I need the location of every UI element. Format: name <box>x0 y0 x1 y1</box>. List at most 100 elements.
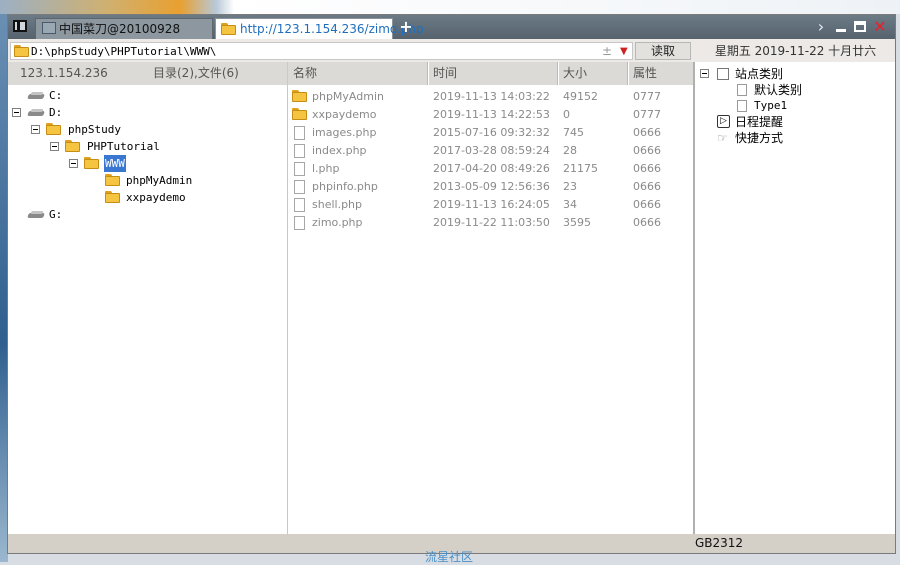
file-time: 2017-04-20 08:49:26 <box>433 162 550 175</box>
chevron-down-icon[interactable]: ▼ <box>620 43 628 60</box>
minimize-button[interactable] <box>834 18 848 36</box>
file-row[interactable]: phpinfo.php 2013-05-09 12:56:36 23 0666 <box>288 178 693 196</box>
file-list-pane: 名称 时间 大小 属性 phpMyAdmin 2019-11-13 14:03:… <box>288 62 694 534</box>
folder-icon <box>65 140 80 152</box>
drive-icon <box>28 109 45 117</box>
tree-header: 123.1.154.236 目录(2),文件(6) <box>8 62 287 85</box>
column-header-attr[interactable]: 属性 <box>633 62 657 85</box>
tree-item-label: phpMyAdmin <box>126 174 193 187</box>
maximize-icon <box>854 21 866 32</box>
column-header-size[interactable]: 大小 <box>563 62 587 85</box>
file-size: 0 <box>563 108 570 121</box>
file-attr: 0777 <box>633 108 661 121</box>
file-size: 49152 <box>563 90 598 103</box>
file-size: 23 <box>563 180 577 193</box>
tab-window-icon <box>42 22 56 34</box>
file-time: 2017-03-28 08:59:24 <box>433 144 550 157</box>
file-size: 745 <box>563 126 584 139</box>
title-bar: 中国菜刀@20100928 http://123.1.154.236/zimo.… <box>8 15 895 39</box>
tree-item-label: D: <box>49 106 63 119</box>
file-name: shell.php <box>312 198 363 211</box>
panel-toggle-icon[interactable] <box>13 20 27 32</box>
file-icon <box>294 180 305 194</box>
file-row[interactable]: l.php 2017-04-20 08:49:26 21175 0666 <box>288 160 693 178</box>
file-attr: 0666 <box>633 180 661 193</box>
file-attr: 0666 <box>633 126 661 139</box>
file-time: 2019-11-13 14:03:22 <box>433 90 550 103</box>
directory-tree-pane: 123.1.154.236 目录(2),文件(6) C: D: phpStudy… <box>8 62 288 534</box>
tree-item-label: Type1 <box>754 99 788 112</box>
server-ip: 123.1.154.236 <box>20 66 108 80</box>
file-time: 2019-11-13 16:24:05 <box>433 198 550 211</box>
file-row[interactable]: images.php 2015-07-16 09:32:32 745 0666 <box>288 124 693 142</box>
collapse-toggle-icon[interactable] <box>31 125 40 134</box>
collapse-toggle-icon[interactable] <box>50 142 59 151</box>
tree-item-label-selected: WWW <box>104 155 126 172</box>
folder-icon <box>292 108 307 120</box>
file-name: images.php <box>312 126 377 139</box>
file-name: index.php <box>312 144 367 157</box>
tab-zimo[interactable]: http://123.1.154.236/zimo.php <box>215 18 424 39</box>
address-bar: D:\phpStudy\PHPTutorial\WWW\ ± ▼ 读取 星期五 … <box>8 40 895 62</box>
watermark-text: 流星社区 <box>425 550 474 564</box>
tree-item-label: C: <box>49 89 63 102</box>
folder-icon <box>221 23 236 35</box>
file-name: phpinfo.php <box>312 180 378 193</box>
collapse-toggle-icon[interactable] <box>69 159 78 168</box>
file-icon <box>294 198 305 212</box>
tree-item-label: PHPTutorial <box>87 140 160 153</box>
file-time: 2013-05-09 12:56:36 <box>433 180 550 193</box>
tab-caidao-label: 中国菜刀@20100928 <box>59 22 181 36</box>
column-header-name[interactable]: 名称 <box>293 62 317 85</box>
column-divider[interactable] <box>557 62 559 85</box>
checkbox-icon[interactable] <box>717 68 729 80</box>
close-button[interactable]: ✕ <box>872 18 888 36</box>
path-value: D:\phpStudy\PHPTutorial\WWW\ <box>31 45 217 58</box>
path-input[interactable]: D:\phpStudy\PHPTutorial\WWW\ ± ▼ <box>10 42 633 60</box>
drive-icon <box>28 211 45 219</box>
column-divider[interactable] <box>627 62 629 85</box>
tree-item-label: 快捷方式 <box>735 131 784 145</box>
file-attr: 0666 <box>633 162 661 175</box>
plus-minus-icon[interactable]: ± <box>602 43 612 60</box>
maximize-button[interactable] <box>853 18 867 36</box>
desktop-background-strip <box>0 0 900 14</box>
file-name: l.php <box>312 162 340 175</box>
minimize-icon <box>836 29 846 32</box>
tab-zimo-label: http://123.1.154.236/zimo.php <box>240 22 424 36</box>
read-button[interactable]: 读取 <box>635 42 691 60</box>
file-row[interactable]: xxpaydemo 2019-11-13 14:22:53 0 0777 <box>288 106 693 124</box>
file-row[interactable]: index.php 2017-03-28 08:59:24 28 0666 <box>288 142 693 160</box>
tree-item-label: 默认类别 <box>754 83 803 97</box>
tree-item-label: 日程提醒 <box>735 115 784 129</box>
tree-item-label: 站点类别 <box>735 67 784 81</box>
collapse-toggle-icon[interactable] <box>12 108 21 117</box>
file-size: 21175 <box>563 162 598 175</box>
folder-icon <box>14 45 29 57</box>
chevron-right-icon[interactable]: › <box>815 18 827 36</box>
site-category-pane: 站点类别 默认类别 Type1 ▷ 日程提醒 ☞ 快捷方式 <box>694 62 895 534</box>
file-name: phpMyAdmin <box>312 90 384 103</box>
file-row[interactable]: phpMyAdmin 2019-11-13 14:03:22 49152 077… <box>288 88 693 106</box>
folder-icon <box>105 191 120 203</box>
tree-item-label: phpStudy <box>68 123 121 136</box>
collapse-toggle-icon[interactable] <box>700 69 709 78</box>
folder-icon <box>84 157 99 169</box>
file-attr: 0666 <box>633 216 661 229</box>
file-name: zimo.php <box>312 216 363 229</box>
file-name: xxpaydemo <box>312 108 377 121</box>
tab-caidao[interactable]: 中国菜刀@20100928 <box>35 18 213 39</box>
new-tab-button[interactable]: + <box>398 17 414 37</box>
file-icon <box>294 216 305 230</box>
column-divider[interactable] <box>427 62 429 85</box>
tree-item-label: xxpaydemo <box>126 191 186 204</box>
file-row[interactable]: shell.php 2019-11-13 16:24:05 34 0666 <box>288 196 693 214</box>
encoding-indicator[interactable]: GB2312 <box>695 534 743 553</box>
calendar-icon: ▷ <box>717 115 730 128</box>
column-header-time[interactable]: 时间 <box>433 62 457 85</box>
file-row[interactable]: zimo.php 2019-11-22 11:03:50 3595 0666 <box>288 214 693 232</box>
file-size: 3595 <box>563 216 591 229</box>
file-attr: 0666 <box>633 198 661 211</box>
file-time: 2019-11-13 14:22:53 <box>433 108 550 121</box>
file-time: 2019-11-22 11:03:50 <box>433 216 550 229</box>
